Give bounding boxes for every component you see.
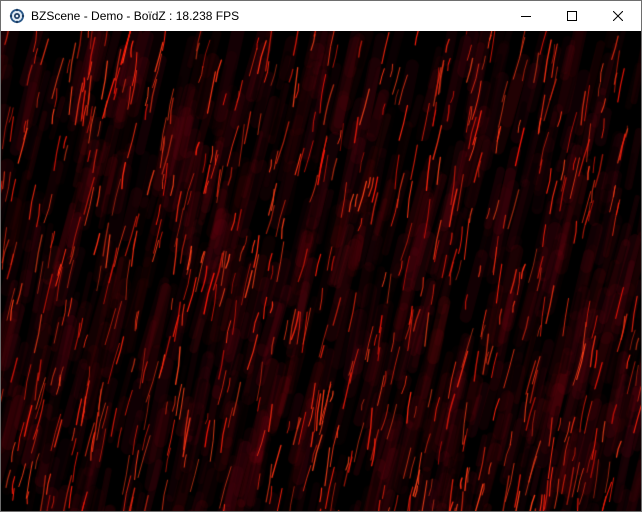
window-title: BZScene - Demo - BoïdZ : 18.238 FPS [31, 9, 240, 23]
close-button[interactable] [595, 1, 641, 31]
app-gear-icon[interactable] [9, 8, 25, 24]
render-viewport[interactable] [1, 31, 641, 511]
title-bar[interactable]: BZScene - Demo - BoïdZ : 18.238 FPS [1, 1, 641, 31]
app-window: BZScene - Demo - BoïdZ : 18.238 FPS [0, 0, 642, 512]
maximize-button[interactable] [549, 1, 595, 31]
maximize-icon [567, 11, 577, 21]
boidz-scene-canvas[interactable] [1, 31, 641, 511]
minimize-button[interactable] [503, 1, 549, 31]
caption-buttons [503, 1, 641, 31]
close-icon [613, 11, 623, 21]
minimize-icon [521, 11, 531, 21]
